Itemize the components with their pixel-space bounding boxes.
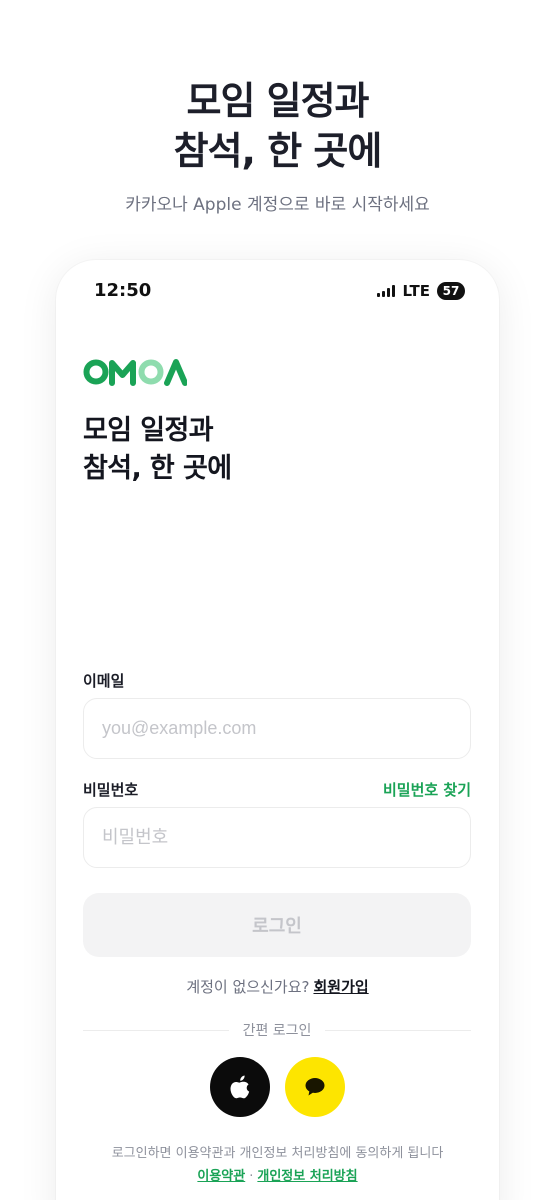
network-type: LTE bbox=[402, 282, 430, 300]
app-title-line1: 모임 일정과 bbox=[83, 415, 214, 446]
hero-title-line2: 참석, 한 곳에 bbox=[173, 129, 383, 173]
login-button[interactable]: 로그인 bbox=[83, 893, 471, 957]
email-label: 이메일 bbox=[83, 672, 125, 690]
speech-bubble-icon bbox=[305, 1078, 325, 1096]
apple-login-button[interactable] bbox=[210, 1057, 270, 1117]
signup-prompt: 계정이 없으신가요? bbox=[186, 978, 310, 996]
divider-text: 간편 로그인 bbox=[242, 1023, 312, 1039]
privacy-policy-link[interactable]: 개인정보 처리방침 bbox=[257, 1169, 357, 1184]
page: 모임 일정과 참석, 한 곳에 카카오나 Apple 계정으로 바로 시작하세요… bbox=[0, 0, 555, 1200]
terms-notice: 로그인하면 이용약관과 개인정보 처리방침에 동의하게 됩니다 bbox=[111, 1146, 444, 1161]
terms-of-service-link[interactable]: 이용약관 bbox=[197, 1169, 245, 1184]
status-time: 12:50 bbox=[94, 280, 152, 301]
divider-line-right bbox=[325, 1029, 472, 1031]
email-field[interactable] bbox=[102, 718, 452, 739]
status-indicators: LTE 57 bbox=[377, 281, 465, 301]
signup-row: 계정이 없으신가요? 회원가입 bbox=[56, 976, 499, 997]
password-field[interactable] bbox=[102, 827, 452, 848]
hero-title-line1: 모임 일정과 bbox=[186, 79, 369, 123]
phone-frame: 12:50 LTE 57 OMOA 모임 일정과 참석, 한 곳에 이메일 bbox=[56, 260, 499, 1200]
password-field-box bbox=[83, 807, 471, 868]
app-title-line2: 참석, 한 곳에 bbox=[83, 453, 232, 484]
kakao-login-button[interactable] bbox=[285, 1057, 345, 1117]
omoa-logo-icon bbox=[83, 359, 188, 386]
email-field-box bbox=[83, 698, 471, 759]
app-title: 모임 일정과 참석, 한 곳에 bbox=[83, 412, 232, 488]
social-login-divider: 간편 로그인 bbox=[83, 1020, 472, 1040]
terms-separator: · bbox=[249, 1169, 254, 1184]
divider-line-left bbox=[83, 1029, 229, 1031]
battery-badge: 57 bbox=[437, 282, 465, 300]
signal-bars-icon bbox=[377, 285, 396, 297]
hero-subtitle: 카카오나 Apple 계정으로 바로 시작하세요 bbox=[125, 195, 430, 215]
forgot-password-link[interactable]: 비밀번호 찾기 bbox=[383, 779, 471, 800]
omoa-logo: OMOA bbox=[83, 358, 188, 390]
terms-links: 이용약관 · 개인정보 처리방침 bbox=[56, 1165, 499, 1184]
hero-title: 모임 일정과 참석, 한 곳에 bbox=[0, 76, 555, 176]
apple-icon bbox=[230, 1075, 250, 1099]
password-label: 비밀번호 bbox=[83, 781, 139, 799]
logo-text: OMOA bbox=[187, 358, 188, 359]
signup-link[interactable]: 회원가입 bbox=[313, 978, 368, 996]
